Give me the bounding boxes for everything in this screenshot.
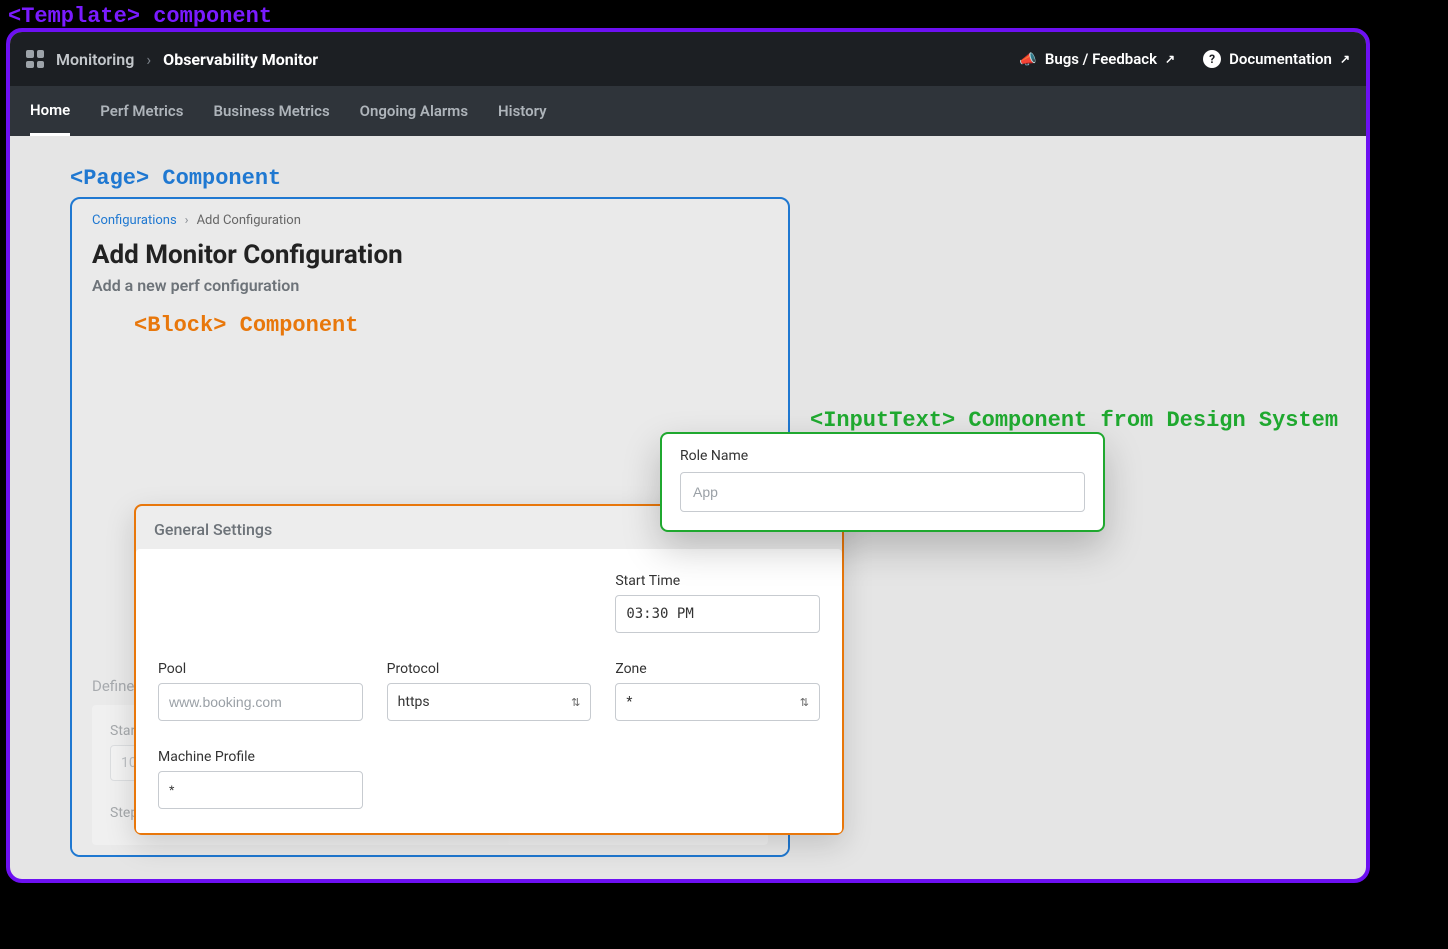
protocol-label: Protocol	[387, 661, 592, 677]
page-crumb-add: Add Configuration	[197, 213, 301, 228]
external-link-icon: ↗	[1165, 52, 1175, 66]
app-grid-icon[interactable]	[26, 50, 44, 68]
protocol-select[interactable]: https ⇅	[387, 683, 592, 721]
page-title: Add Monitor Configuration	[92, 240, 768, 270]
zone-field: Zone * ⇅	[615, 661, 820, 721]
chevron-updown-icon: ⇅	[571, 697, 580, 708]
pool-input[interactable]	[158, 683, 363, 721]
help-icon: ?	[1203, 50, 1221, 68]
tab-business-metrics[interactable]: Business Metrics	[213, 88, 329, 134]
documentation-label: Documentation	[1229, 50, 1332, 68]
annotation-block: <Block> Component	[134, 313, 768, 338]
annotation-page: <Page> Component	[70, 166, 1366, 191]
tabbar: Home Perf Metrics Business Metrics Ongoi…	[10, 86, 1366, 136]
machine-profile-label: Machine Profile	[158, 749, 363, 765]
documentation-link[interactable]: ? Documentation ↗	[1203, 50, 1350, 68]
tab-ongoing-alarms[interactable]: Ongoing Alarms	[360, 88, 468, 134]
bullhorn-icon	[1019, 50, 1036, 68]
inputtext-component: Role Name	[660, 432, 1105, 532]
machine-profile-field: Machine Profile	[158, 749, 363, 809]
role-name-label: Role Name	[680, 448, 1085, 464]
protocol-field: Protocol https ⇅	[387, 661, 592, 721]
template-frame: Monitoring › Observability Monitor Bugs …	[6, 28, 1370, 883]
annotation-template: <Template> component	[8, 4, 272, 29]
pool-field: Pool	[158, 661, 363, 721]
page-crumb-config[interactable]: Configurations	[92, 213, 177, 228]
breadcrumb-root[interactable]: Monitoring	[56, 50, 134, 69]
tab-home[interactable]: Home	[30, 87, 70, 136]
external-link-icon: ↗	[1340, 52, 1350, 66]
zone-select[interactable]: * ⇅	[615, 683, 820, 721]
zone-label: Zone	[615, 661, 820, 677]
breadcrumb-leaf: Observability Monitor	[163, 50, 318, 69]
machine-profile-input[interactable]	[158, 771, 363, 809]
start-time-input[interactable]	[615, 595, 820, 633]
chevron-updown-icon: ⇅	[800, 697, 809, 708]
start-time-label: Start Time	[615, 573, 820, 589]
page-subtitle: Add a new perf configuration	[92, 276, 768, 295]
chevron-right-icon: ›	[146, 50, 151, 69]
annotation-inputtext: <InputText> Component from Design System	[810, 408, 1338, 433]
role-name-input[interactable]	[680, 472, 1085, 512]
pool-label: Pool	[158, 661, 363, 677]
block-frame: General Settings Start Time Pool Protoco…	[134, 504, 844, 835]
start-time-field: Start Time	[615, 573, 820, 633]
bugs-feedback-link[interactable]: Bugs / Feedback ↗	[1019, 50, 1175, 68]
tab-history[interactable]: History	[498, 88, 547, 134]
page-breadcrumb: Configurations › Add Configuration	[92, 213, 768, 228]
protocol-value: https	[398, 694, 430, 710]
zone-value: *	[626, 694, 632, 710]
tab-perf-metrics[interactable]: Perf Metrics	[100, 88, 183, 134]
topbar: Monitoring › Observability Monitor Bugs …	[10, 32, 1366, 86]
bugs-feedback-label: Bugs / Feedback	[1045, 50, 1157, 68]
chevron-right-icon: ›	[185, 213, 189, 228]
breadcrumb: Monitoring › Observability Monitor	[26, 50, 318, 69]
